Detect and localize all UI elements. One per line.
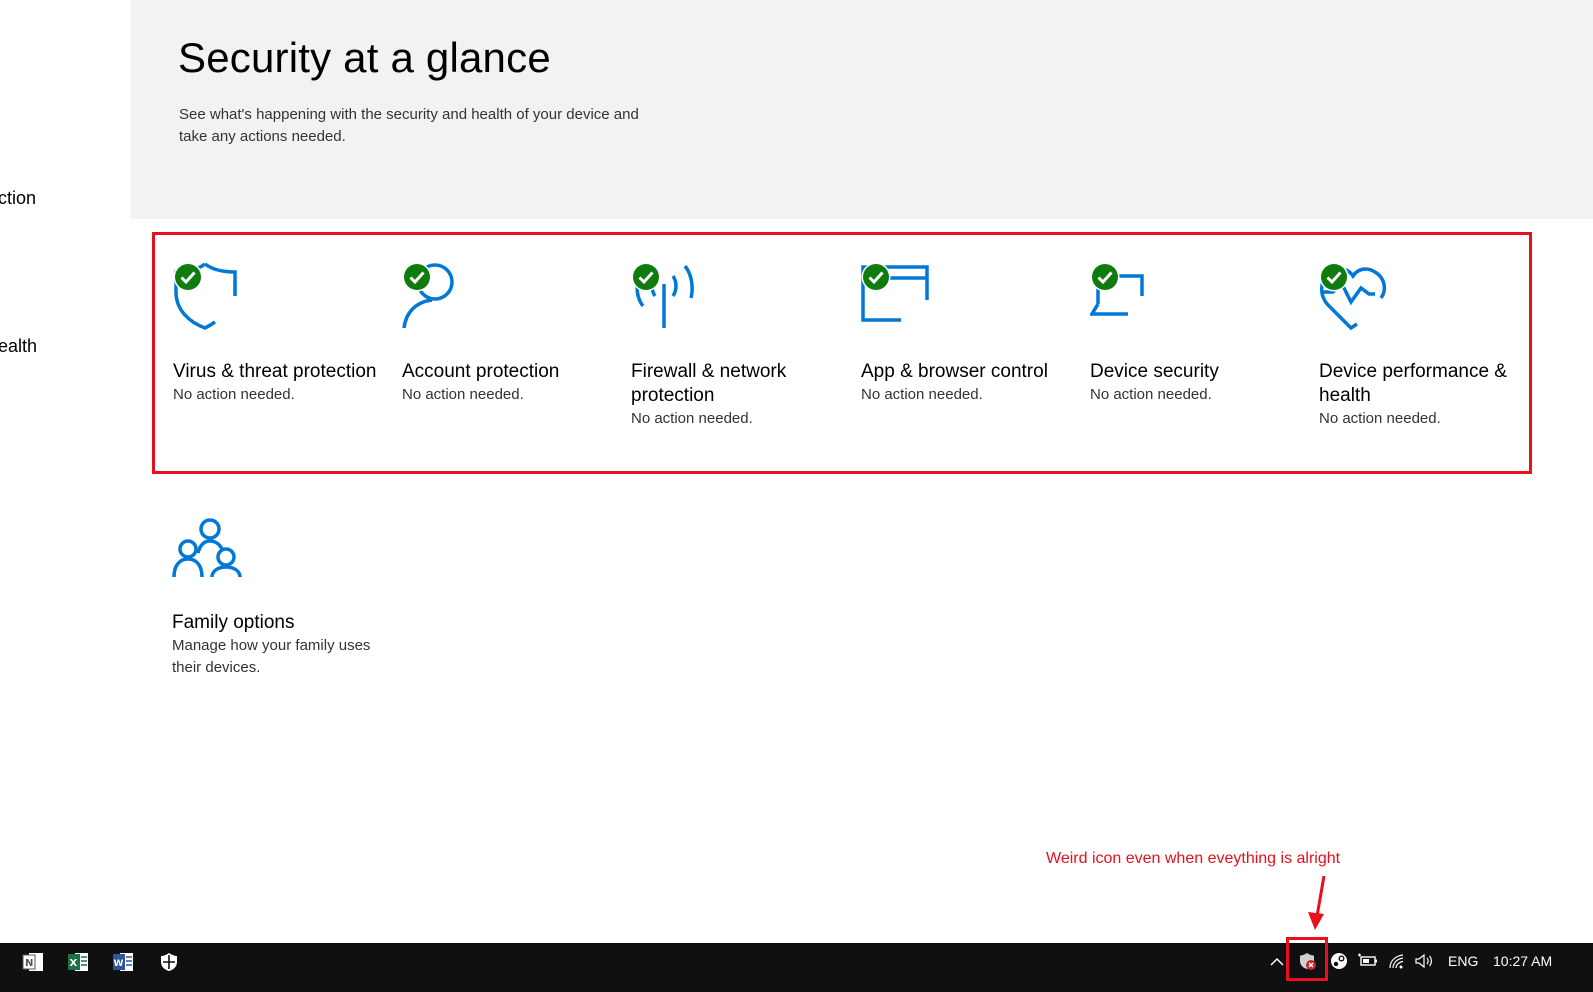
chevron-up-icon[interactable]: [1268, 953, 1286, 971]
tile-title: Account protection: [402, 361, 560, 382]
defender-icon[interactable]: [158, 951, 180, 973]
check-badge-icon: [1319, 262, 1349, 292]
onenote-icon[interactable]: N: [22, 951, 44, 973]
person-icon: [402, 262, 474, 334]
annotation-arrow-icon: [1308, 875, 1326, 930]
tile-title: Virus & threat protection: [173, 361, 377, 382]
tile-app-browser-control[interactable]: App & browser control No action needed.: [861, 262, 1071, 406]
battery-icon[interactable]: [1357, 952, 1377, 970]
tile-title: Device security: [1090, 361, 1219, 382]
tray-annotation-highlight: [1286, 937, 1328, 981]
tile-account-protection[interactable]: Account protection No action needed.: [402, 262, 612, 406]
laptop-icon: [1090, 262, 1162, 334]
check-badge-icon: [631, 262, 661, 292]
check-badge-icon: [173, 262, 203, 292]
language-indicator[interactable]: ENG: [1448, 953, 1478, 969]
word-icon[interactable]: W: [112, 951, 134, 973]
tile-status: No action needed.: [861, 386, 983, 403]
clock[interactable]: 10:27 AM: [1493, 953, 1552, 969]
tile-title: App & browser control: [861, 361, 1048, 382]
tile-status: No action needed.: [1090, 386, 1212, 403]
svg-text:W: W: [114, 959, 124, 969]
excel-icon[interactable]: X: [67, 951, 89, 973]
tile-firewall-network-protection[interactable]: Firewall & network protection No action …: [631, 262, 841, 430]
side-navigation: ction ealth: [0, 0, 131, 958]
steam-icon[interactable]: [1330, 952, 1348, 970]
tile-title: Device performance & health: [1319, 361, 1507, 406]
tile-status: No action needed.: [402, 386, 524, 403]
svg-text:N: N: [25, 958, 33, 969]
taskbar: N X W ENG 10:27 AM: [0, 937, 1593, 992]
tile-device-security[interactable]: Device security No action needed.: [1090, 262, 1300, 406]
check-badge-icon: [861, 262, 891, 292]
annotation-text: Weird icon even when eveything is alrigh…: [1046, 850, 1341, 867]
tile-title: Firewall & network protection: [631, 361, 787, 406]
nav-item-virus-protection[interactable]: ction: [0, 188, 36, 209]
shield-icon: [173, 262, 245, 334]
tile-status: No action needed.: [631, 410, 753, 427]
page-header: Security at a glance See what's happenin…: [131, 0, 1593, 219]
check-badge-icon: [402, 262, 432, 292]
antenna-icon: [631, 262, 703, 334]
check-badge-icon: [1090, 262, 1120, 292]
browser-window-icon: [861, 262, 933, 334]
svg-text:X: X: [70, 958, 78, 969]
tile-family-options[interactable]: Family options Manage how your family us…: [172, 517, 392, 679]
page-subtitle: See what's happening with the security a…: [179, 106, 639, 145]
nav-item-device-health[interactable]: ealth: [0, 336, 37, 357]
tile-device-performance-health[interactable]: Device performance & health No action ne…: [1319, 262, 1529, 430]
heart-pulse-icon: [1319, 262, 1391, 334]
tile-virus-threat-protection[interactable]: Virus & threat protection No action need…: [173, 262, 383, 406]
tile-title: Family options: [172, 612, 295, 633]
tile-status: No action needed.: [1319, 410, 1441, 427]
tile-status: No action needed.: [173, 386, 295, 403]
family-icon: [172, 517, 244, 589]
tile-status: Manage how your family uses their device…: [172, 637, 371, 676]
page-title: Security at a glance: [178, 34, 551, 81]
volume-icon[interactable]: [1414, 952, 1432, 970]
wifi-icon[interactable]: [1388, 952, 1406, 970]
